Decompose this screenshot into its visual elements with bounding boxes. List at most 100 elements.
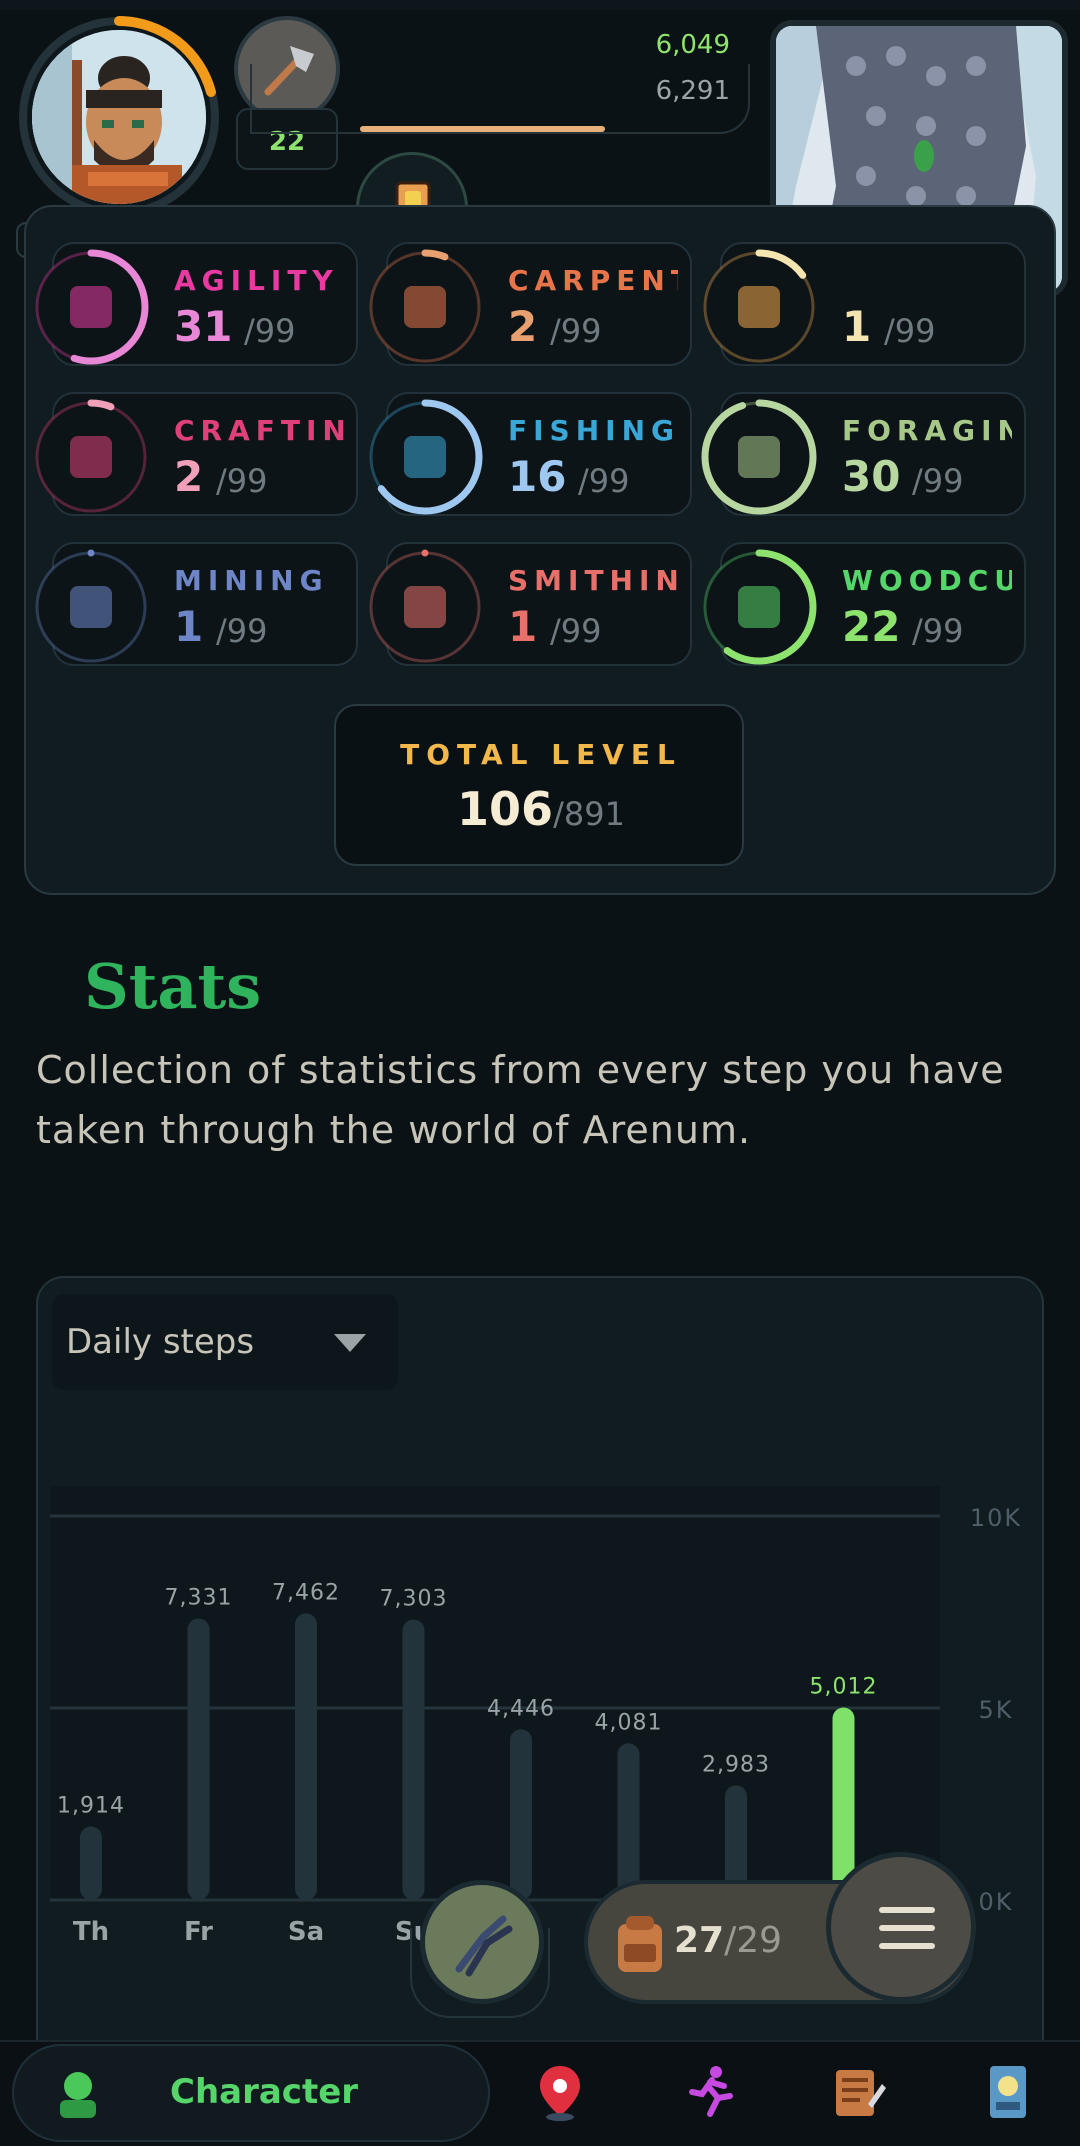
skill-max-level: /99 bbox=[884, 312, 936, 350]
skill-max-level: /99 bbox=[550, 612, 602, 650]
chart-data-label: 2,983 bbox=[702, 1752, 770, 1777]
chart-bar bbox=[617, 1743, 640, 1900]
skill-max-level: /99 bbox=[550, 312, 602, 350]
skill-name: WOODCUTTING bbox=[842, 564, 1012, 597]
skill-name: FORAGING bbox=[842, 414, 1012, 447]
skill-level: 16 bbox=[508, 452, 567, 501]
herb-icon bbox=[738, 436, 780, 478]
skill-progress-ring bbox=[367, 399, 483, 515]
skill-name: FISHING bbox=[508, 414, 678, 447]
stats-title: Stats bbox=[84, 950, 262, 1023]
skill-progress-ring bbox=[701, 399, 817, 515]
skill-card-agility[interactable]: AGILITY 31/99 bbox=[33, 242, 358, 366]
chart-bar bbox=[510, 1729, 532, 1900]
inventory-capacity: /29 bbox=[724, 1920, 783, 1961]
chart-data-label: 7,303 bbox=[380, 1587, 448, 1612]
total-level-value: 106/891 bbox=[336, 782, 746, 836]
boot-icon bbox=[70, 286, 112, 328]
skill-card-unknown[interactable]: 1/99 bbox=[701, 242, 1026, 366]
skill-card-smithing[interactable]: SMITHING 1/99 bbox=[367, 542, 692, 666]
tongs-button[interactable] bbox=[420, 1880, 544, 2004]
chart-bar bbox=[80, 1826, 102, 1900]
chart-x-tick-label: Fr bbox=[184, 1917, 213, 1947]
saw-icon bbox=[404, 286, 446, 328]
total-level-max: /891 bbox=[553, 795, 625, 833]
chart-data-label: 4,081 bbox=[595, 1710, 663, 1735]
chart-data-label: 4,446 bbox=[487, 1696, 555, 1721]
skill-max-level: /99 bbox=[912, 612, 964, 650]
skill-level: 31 bbox=[174, 302, 233, 351]
card-icon[interactable] bbox=[978, 2062, 1038, 2122]
xp-target: 6,291 bbox=[655, 76, 730, 106]
skill-name: AGILITY bbox=[174, 264, 339, 297]
xp-current: 6,049 bbox=[655, 30, 730, 60]
nav-character-label: Character bbox=[170, 2072, 359, 2112]
skill-level: 1 bbox=[842, 302, 872, 351]
stats-description: Collection of statistics from every step… bbox=[36, 1048, 1005, 1152]
anvil-icon bbox=[404, 586, 446, 628]
skill-progress-ring bbox=[33, 249, 149, 365]
skill-progress-ring bbox=[33, 399, 149, 515]
skill-max-level: /99 bbox=[244, 312, 296, 350]
character-avatar[interactable] bbox=[32, 30, 206, 204]
map-pin-icon[interactable] bbox=[530, 2062, 590, 2122]
skill-max-level: /99 bbox=[216, 462, 268, 500]
chart-y-tick-label: 5K bbox=[978, 1696, 1013, 1724]
skill-progress-ring bbox=[33, 549, 149, 665]
pickaxe-icon bbox=[70, 586, 112, 628]
chart-y-tick-label: 10K bbox=[970, 1504, 1022, 1532]
skill-progress-ring bbox=[367, 549, 483, 665]
skill-max-level: /99 bbox=[216, 612, 268, 650]
skill-progress-ring bbox=[367, 249, 483, 365]
xp-bar-fill bbox=[360, 126, 605, 132]
skill-name: CRAFTING bbox=[174, 414, 344, 447]
character-portrait-icon bbox=[32, 30, 206, 204]
chart-plot-area bbox=[50, 1486, 940, 1900]
chart-data-label: 7,462 bbox=[272, 1580, 340, 1605]
skill-card-mining[interactable]: MINING 1/99 bbox=[33, 542, 358, 666]
skill-name: MINING bbox=[174, 564, 329, 597]
hud-top-bar bbox=[0, 0, 1080, 10]
skill-progress-ring bbox=[701, 549, 817, 665]
chart-data-label: 1,914 bbox=[57, 1794, 125, 1819]
skill-level: 2 bbox=[174, 452, 204, 501]
skill-card-foraging[interactable]: FORAGING 30/99 bbox=[701, 392, 1026, 516]
chart-y-tick-label: 0K bbox=[978, 1888, 1013, 1916]
inventory-count-value: 27 bbox=[674, 1920, 725, 1961]
total-level-label: TOTAL LEVEL bbox=[400, 738, 682, 771]
chart-bar bbox=[295, 1613, 317, 1900]
running-icon[interactable] bbox=[680, 2062, 740, 2122]
stat-type-dropdown-value: Daily steps bbox=[66, 1322, 255, 1362]
chart-data-label: 5,012 bbox=[810, 1675, 878, 1700]
chevron-down-icon[interactable] bbox=[334, 1334, 366, 1352]
chart-bar bbox=[402, 1619, 425, 1900]
backpack-icon bbox=[618, 1916, 662, 1972]
total-level-number: 106 bbox=[457, 782, 554, 836]
tongs-icon bbox=[455, 1915, 513, 1977]
skill-level: 1 bbox=[174, 602, 204, 651]
skill-card-carpentry[interactable]: CARPENTRY 2/99 bbox=[367, 242, 692, 366]
chart-x-tick-label: Th bbox=[73, 1917, 109, 1947]
scroll-icon[interactable] bbox=[828, 2062, 888, 2122]
skill-name: CARPENTRY bbox=[508, 264, 678, 297]
skill-level: 1 bbox=[508, 602, 538, 651]
skill-card-crafting[interactable]: CRAFTING 2/99 bbox=[33, 392, 358, 516]
skill-name: SMITHING bbox=[508, 564, 678, 597]
skill-level: 2 bbox=[508, 302, 538, 351]
chart-x-tick-label: Sa bbox=[288, 1917, 324, 1947]
skill-card-woodcutting[interactable]: WOODCUTTING 22/99 bbox=[701, 542, 1026, 666]
skill-level: 22 bbox=[842, 602, 901, 651]
skill-card-fishing[interactable]: FISHING 16/99 bbox=[367, 392, 692, 516]
chart-data-label: 7,331 bbox=[165, 1585, 233, 1610]
inventory-count: 27/29 bbox=[674, 1920, 782, 1961]
menu-button[interactable] bbox=[826, 1852, 976, 2002]
skill-max-level: /99 bbox=[578, 462, 630, 500]
total-level-box: TOTAL LEVEL 106/891 bbox=[334, 704, 744, 866]
chart-bar bbox=[187, 1618, 210, 1900]
bow-icon bbox=[738, 286, 780, 328]
fishing-rod-icon bbox=[404, 436, 446, 478]
character-icon bbox=[60, 2072, 96, 2118]
hammer-icon bbox=[70, 436, 112, 478]
axe-icon bbox=[738, 586, 780, 628]
skill-progress-ring bbox=[701, 249, 817, 365]
